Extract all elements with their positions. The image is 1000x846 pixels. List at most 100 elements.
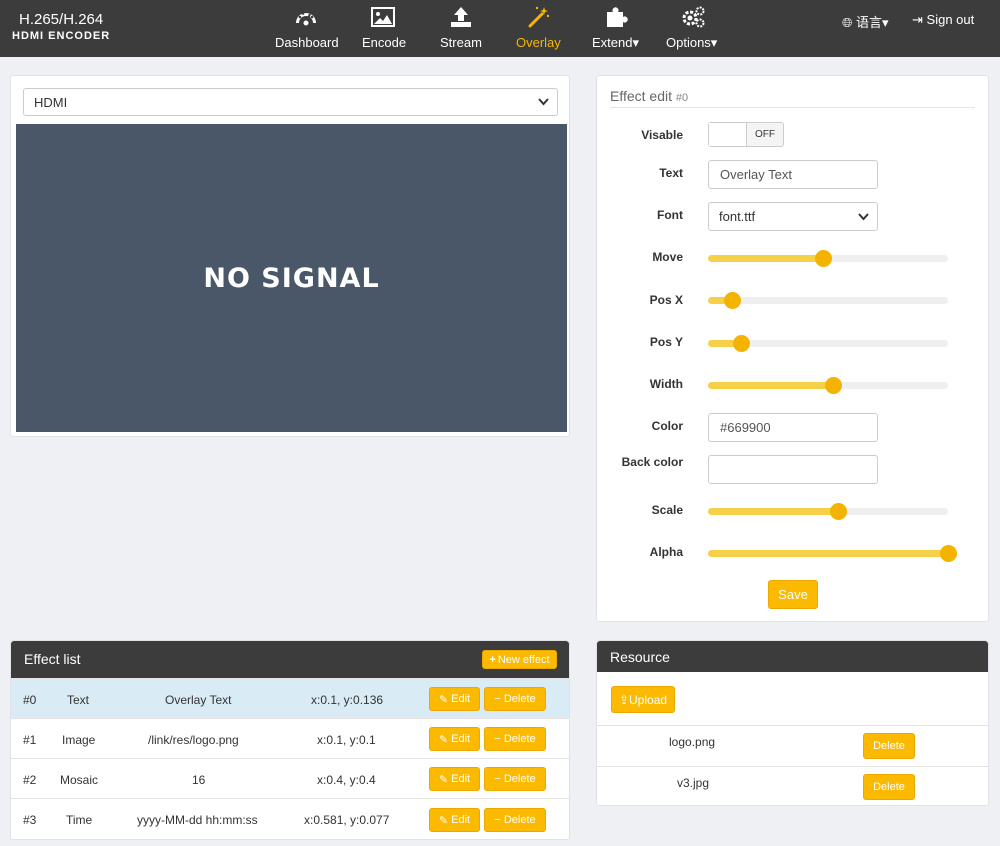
edit-button[interactable]: ✎︎ Edit	[429, 687, 480, 711]
resource-delete-button[interactable]: Delete	[863, 733, 915, 759]
effect-type: Time	[66, 813, 93, 827]
globe-icon: 🌐︎	[842, 15, 853, 30]
language-dropdown[interactable]: 🌐︎ 语言▾	[842, 12, 889, 31]
backcolor-label: Back color	[621, 455, 683, 469]
font-label: Font	[657, 208, 683, 222]
edit-icon: ✎︎	[438, 693, 452, 706]
resource-header: Resource	[597, 641, 988, 672]
move-slider-thumb[interactable]	[815, 250, 833, 267]
puzzle-icon	[607, 7, 628, 27]
resource-panel: Resource ⇪ Upload logo.png Delete v3.jpg…	[596, 640, 989, 806]
upload-label: Upload	[629, 692, 668, 707]
effect-content: Overlay Text	[165, 693, 232, 707]
nav-dashboard[interactable]: Dashboard	[272, 0, 340, 57]
posy-slider-thumb[interactable]	[732, 335, 750, 352]
gears-icon	[682, 6, 705, 28]
effect-row: #3 Time yyyy-MM-dd hh:mm:ss x:0.581, y:0…	[11, 798, 569, 839]
nav-overlay[interactable]: Overlay	[514, 0, 564, 57]
width-slider-thumb[interactable]	[824, 377, 842, 394]
edit-button[interactable]: ✎︎ Edit	[429, 727, 480, 751]
color-label: Color	[651, 419, 683, 433]
signout-link[interactable]: ⇥ Sign out	[912, 12, 974, 28]
new-effect-button[interactable]: + New effect	[482, 650, 557, 669]
move-slider-fill	[708, 255, 824, 262]
nav-encode-label: Encode	[362, 35, 407, 50]
new-effect-label: New effect	[497, 653, 550, 666]
delete-button[interactable]: − Delete	[484, 727, 546, 751]
effect-row: #1 Image /link/res/logo.png x:0.1, y:0.1…	[11, 718, 569, 758]
nav-extend[interactable]: Extend▾	[590, 0, 642, 57]
brand-subtitle: HDMI ENCODER	[12, 30, 111, 42]
edit-button[interactable]: ✎︎ Edit	[429, 767, 480, 791]
upload-icon	[451, 7, 471, 27]
effect-row: #0 Text Overlay Text x:0.1, y:0.136 ✎︎ E…	[11, 678, 569, 718]
alpha-slider-thumb[interactable]	[940, 545, 957, 562]
edit-icon: ✎︎	[438, 773, 452, 786]
scale-slider-fill	[708, 508, 838, 515]
effect-position: x:0.1, y:0.136	[311, 693, 384, 707]
nav-stream-label: Stream	[440, 35, 482, 50]
save-button[interactable]: Save	[768, 580, 818, 609]
color-input[interactable]: #669900	[708, 413, 878, 442]
effect-list-panel: Effect list + New effect #0 Text Overlay…	[10, 640, 570, 840]
toggle-state: OFF	[755, 129, 775, 140]
effect-id: #2	[23, 773, 37, 787]
posx-label: Pos X	[649, 293, 683, 307]
scale-label: Scale	[651, 503, 683, 517]
scale-slider[interactable]	[708, 503, 948, 520]
nav-overlay-label: Overlay	[516, 35, 561, 50]
source-select[interactable]: HDMI	[23, 88, 558, 116]
text-input[interactable]: Overlay Text	[708, 160, 878, 189]
nav-dashboard-label: Dashboard	[275, 35, 339, 50]
plus-icon: +	[489, 653, 496, 666]
title-divider	[610, 107, 975, 108]
posx-slider[interactable]	[708, 292, 948, 309]
top-navbar: H.265/H.264 HDMI ENCODER Dashboard Encod…	[0, 0, 1000, 57]
nav-encode[interactable]: Encode	[360, 0, 408, 57]
resource-delete-button[interactable]: Delete	[863, 774, 915, 800]
resource-filename: logo.png	[669, 735, 716, 749]
effect-type: Mosaic	[60, 773, 99, 787]
scale-slider-thumb[interactable]	[829, 503, 847, 520]
effect-content: yyyy-MM-dd hh:mm:ss	[137, 813, 258, 827]
edit-label: Edit	[451, 773, 471, 785]
delete-label: Delete	[503, 693, 536, 705]
effect-row: #2 Mosaic 16 x:0.4, y:0.4 ✎︎ Edit − Dele…	[11, 758, 569, 798]
nav-options-label: Options▾	[666, 35, 718, 50]
nav-stream[interactable]: Stream	[438, 0, 486, 57]
effect-type: Image	[62, 733, 96, 747]
nav-extend-label: Extend▾	[592, 35, 639, 50]
font-select[interactable]: font.ttf	[708, 202, 878, 231]
move-slider[interactable]	[708, 250, 948, 267]
visable-toggle[interactable]: OFF	[708, 122, 784, 147]
posx-slider-thumb[interactable]	[724, 292, 741, 309]
upload-button[interactable]: ⇪ Upload	[611, 686, 675, 713]
delete-button[interactable]: − Delete	[484, 767, 546, 791]
edit-button[interactable]: ✎︎ Edit	[429, 808, 480, 832]
alpha-slider-fill	[708, 550, 948, 557]
posy-slider[interactable]	[708, 335, 948, 352]
backcolor-input[interactable]	[708, 455, 878, 484]
effect-position: x:0.581, y:0.077	[304, 813, 390, 827]
preview-panel: HDMI NO SIGNAL	[10, 75, 570, 437]
effect-content: 16	[192, 773, 206, 787]
width-slider-fill	[708, 382, 833, 389]
delete-label: Delete	[503, 773, 536, 785]
width-label: Width	[649, 377, 683, 391]
edit-icon: ✎︎	[438, 814, 452, 827]
resource-row: v3.jpg Delete	[597, 766, 988, 805]
delete-button[interactable]: − Delete	[484, 687, 546, 711]
width-slider[interactable]	[708, 377, 948, 394]
image-icon	[371, 7, 395, 27]
chevron-down-icon	[858, 212, 869, 220]
minus-icon: −	[494, 733, 504, 745]
move-label: Move	[652, 250, 683, 264]
delete-button[interactable]: − Delete	[484, 808, 546, 832]
nav-options[interactable]: Options▾	[664, 0, 722, 57]
effect-id: #3	[23, 813, 37, 827]
minus-icon: −	[494, 693, 504, 705]
effect-edit-panel: Effect edit #0 Visable OFF Text Overlay …	[596, 75, 989, 622]
alpha-slider[interactable]	[708, 545, 957, 562]
text-label: Text	[659, 166, 683, 180]
effect-content: /link/res/logo.png	[148, 733, 239, 747]
